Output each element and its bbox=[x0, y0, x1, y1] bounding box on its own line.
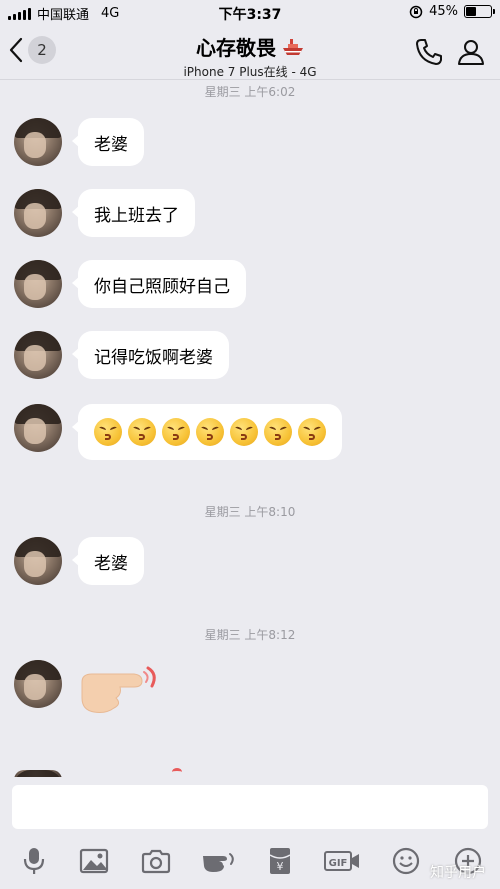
message-text: 老婆 bbox=[94, 553, 128, 574]
avatar[interactable] bbox=[14, 331, 62, 379]
battery-percent: 45% bbox=[429, 4, 458, 19]
image-button[interactable] bbox=[78, 845, 110, 877]
microphone-icon bbox=[23, 848, 45, 874]
pointing-hand-icon[interactable] bbox=[76, 660, 166, 716]
message-bubble[interactable]: 你自己照顾好自己 bbox=[72, 260, 246, 308]
call-button[interactable] bbox=[414, 37, 444, 71]
kissing-face-icon bbox=[298, 418, 326, 446]
camera-icon bbox=[141, 849, 171, 874]
chat-title: 心存敬畏 bbox=[196, 36, 276, 60]
timestamp: 星期三 上午6:02 bbox=[204, 85, 296, 99]
input-area: ¥ GIF bbox=[0, 777, 500, 889]
timestamp: 星期三 上午8:10 bbox=[204, 505, 296, 519]
poke-button[interactable] bbox=[200, 845, 240, 877]
svg-text:GIF: GIF bbox=[329, 858, 348, 869]
voice-button[interactable] bbox=[18, 845, 50, 877]
avatar[interactable] bbox=[14, 537, 62, 585]
gif-button[interactable]: GIF bbox=[322, 845, 362, 877]
message-text: 我上班去了 bbox=[94, 205, 179, 226]
kissing-face-icon bbox=[196, 418, 224, 446]
message-text: 老婆 bbox=[94, 134, 128, 155]
ship-icon bbox=[283, 38, 303, 55]
avatar[interactable] bbox=[14, 118, 62, 166]
poke-hand-icon bbox=[203, 853, 234, 872]
message-bubble[interactable]: 老婆 bbox=[72, 537, 144, 585]
chat-header: 2 心存敬畏 iPhone 7 Plus在线 - 4G bbox=[0, 24, 500, 80]
smiley-icon bbox=[392, 847, 420, 875]
red-packet-button[interactable]: ¥ bbox=[264, 845, 296, 877]
avatar[interactable] bbox=[14, 189, 62, 237]
emoji-button[interactable] bbox=[390, 845, 422, 877]
person-icon bbox=[458, 40, 484, 65]
red-packet-icon: ¥ bbox=[269, 848, 291, 874]
svg-text:¥: ¥ bbox=[277, 860, 284, 873]
kissing-face-icon bbox=[128, 418, 156, 446]
message-text: 记得吃饭啊老婆 bbox=[94, 347, 213, 368]
orientation-lock-icon bbox=[409, 5, 423, 18]
kissing-face-icon bbox=[264, 418, 292, 446]
timestamp: 星期三 上午8:12 bbox=[204, 628, 296, 642]
kissing-face-icon bbox=[162, 418, 190, 446]
kissing-face-icon bbox=[94, 418, 122, 446]
avatar[interactable] bbox=[14, 660, 62, 708]
message-bubble[interactable]: 老婆 bbox=[72, 118, 144, 166]
message-input[interactable] bbox=[12, 785, 488, 829]
gif-icon: GIF bbox=[324, 851, 359, 871]
profile-button[interactable] bbox=[456, 37, 486, 71]
sticker-fragment bbox=[172, 768, 182, 776]
watermark: 知乎用户 bbox=[430, 865, 486, 881]
emoji-row bbox=[94, 418, 326, 446]
battery-icon bbox=[464, 5, 495, 18]
kissing-face-icon bbox=[230, 418, 258, 446]
message-bubble[interactable]: 我上班去了 bbox=[72, 189, 195, 237]
avatar[interactable] bbox=[14, 260, 62, 308]
avatar[interactable] bbox=[14, 404, 62, 452]
camera-button[interactable] bbox=[140, 845, 172, 877]
image-icon bbox=[79, 848, 109, 874]
message-text: 你自己照顾好自己 bbox=[94, 276, 230, 297]
phone-icon bbox=[416, 39, 442, 65]
message-bubble[interactable]: 记得吃饭啊老婆 bbox=[72, 331, 229, 379]
status-bar: 中国联通 4G 下午3:37 45% bbox=[0, 0, 500, 24]
message-bubble[interactable] bbox=[72, 404, 342, 460]
